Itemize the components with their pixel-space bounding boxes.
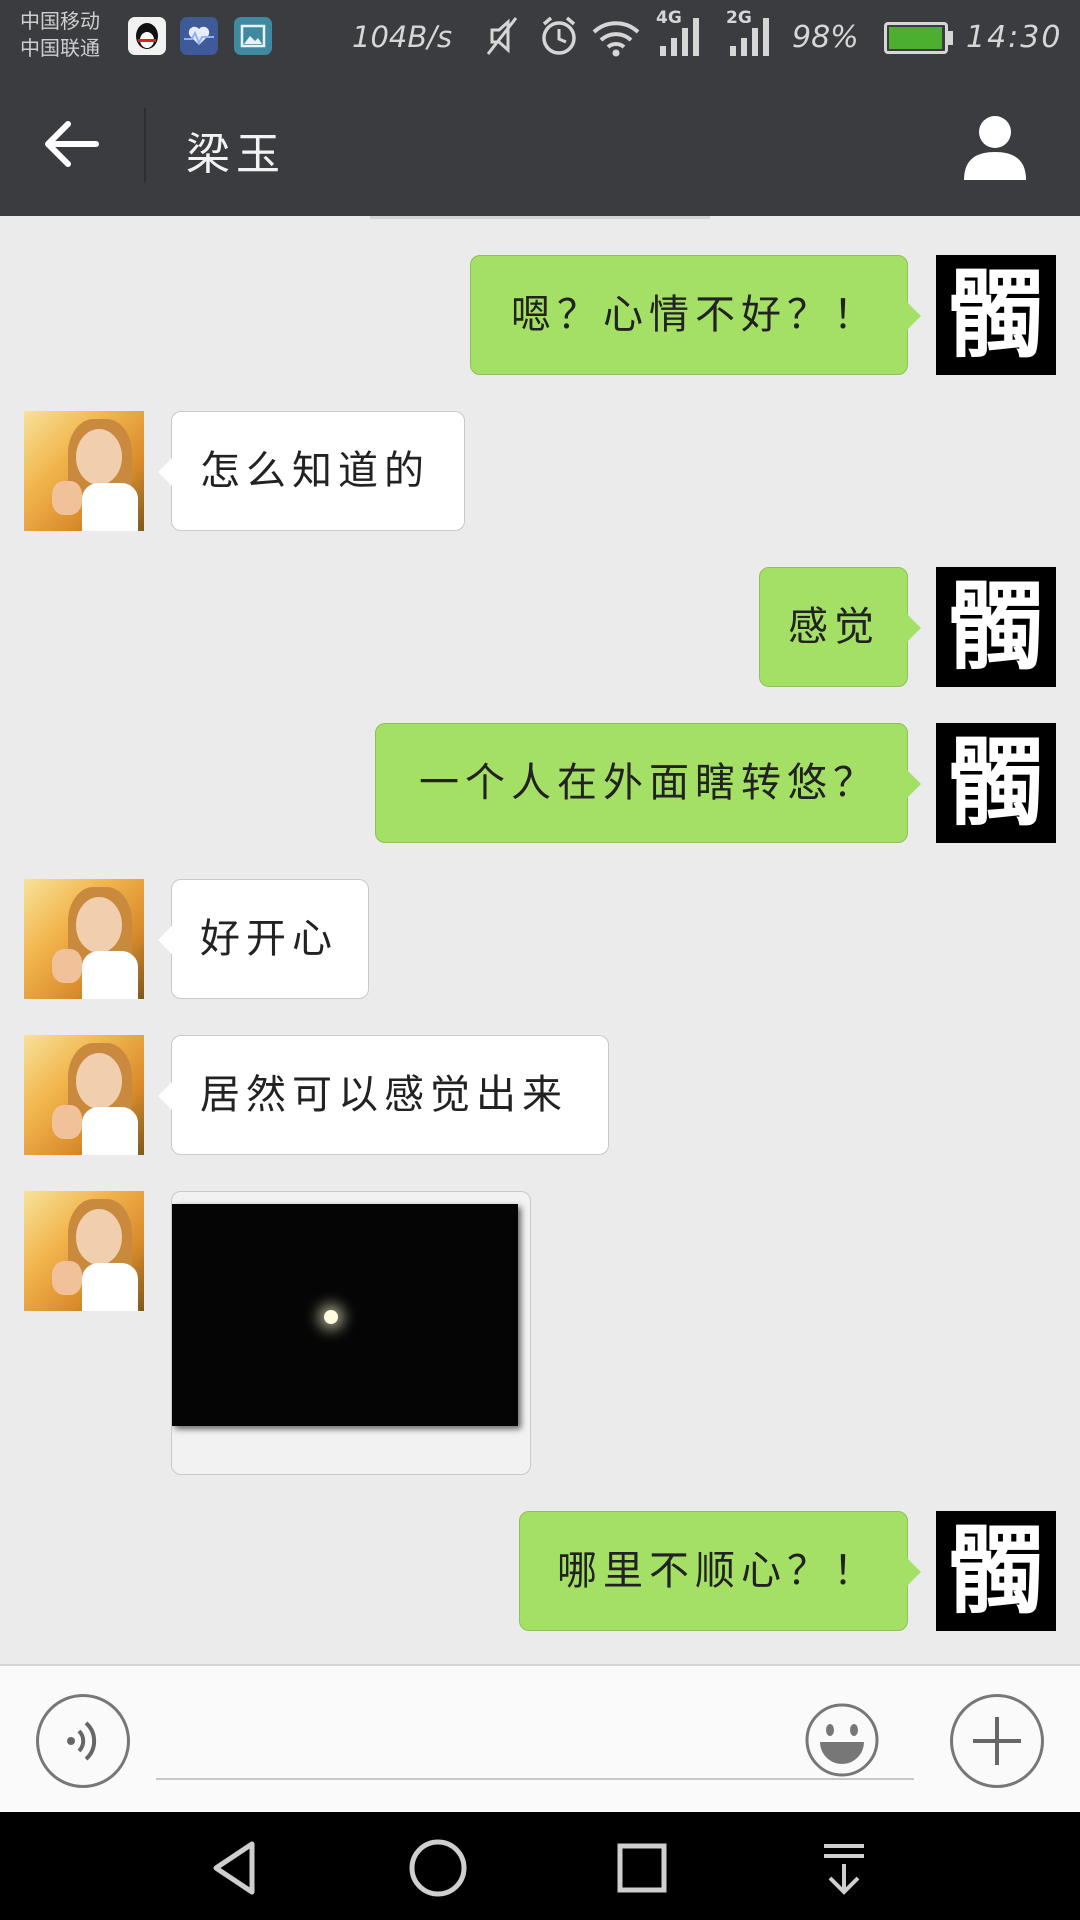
system-nav-bar — [0, 1812, 1080, 1920]
message-bubble-incoming[interactable]: 好开心 — [158, 879, 369, 999]
voice-icon — [67, 1721, 97, 1761]
my-avatar-glyph: 髑 — [948, 726, 1044, 839]
message-input[interactable] — [156, 1706, 914, 1780]
title-divider — [144, 108, 146, 182]
message-bubble-incoming[interactable]: 居然可以感觉出来 — [158, 1035, 609, 1155]
carrier-2: 中国联通 — [20, 36, 100, 60]
input-bar — [0, 1664, 1080, 1812]
message-text: 一个人在外面瞎转悠？ — [419, 760, 879, 806]
message-bubble-outgoing[interactable]: 哪里不顺心？！ — [519, 1511, 921, 1631]
message-text: 好开心 — [200, 916, 338, 962]
message-bubble-outgoing[interactable]: 感觉 — [759, 567, 921, 687]
home-circle-icon — [409, 1839, 467, 1897]
my-avatar-glyph: 髑 — [948, 1514, 1044, 1627]
light-spot — [324, 1310, 338, 1324]
carrier-info: 中国移动 中国联通 — [20, 8, 100, 62]
message-text: 感觉 — [788, 604, 880, 650]
battery-percent: 98% — [792, 20, 859, 55]
my-avatar[interactable]: 髑 — [936, 1511, 1056, 1631]
notification-pulldown-icon — [824, 1844, 864, 1895]
person-icon — [964, 116, 1026, 180]
message-bubble-outgoing[interactable]: 嗯？心情不好？！ — [470, 255, 921, 375]
network-speed: 104B/s — [352, 20, 453, 54]
message-text: 怎么知道的 — [200, 448, 430, 494]
my-avatar[interactable]: 髑 — [936, 255, 1056, 375]
message-bubble-incoming[interactable]: 怎么知道的 — [158, 411, 465, 531]
status-bar: 中国移动 中国联通 104B/s 4G 2G 98% 14:30 — [0, 0, 1080, 72]
plus-icon — [973, 1717, 1021, 1765]
clock: 14:30 — [966, 20, 1063, 55]
recents-square-icon — [617, 1843, 667, 1893]
contact-avatar[interactable] — [24, 411, 144, 531]
nav-back-button[interactable] — [204, 1836, 268, 1900]
message-bubble-outgoing[interactable]: 一个人在外面瞎转悠？ — [375, 723, 921, 843]
wifi-icon — [590, 14, 642, 62]
image-message[interactable] — [171, 1191, 531, 1475]
qq-icon — [128, 17, 166, 55]
arrow-left-icon — [45, 121, 99, 167]
title-bar: 梁玉 — [0, 72, 1080, 216]
battery-icon — [884, 22, 948, 54]
voice-input-button[interactable] — [36, 1694, 130, 1788]
my-avatar[interactable]: 髑 — [936, 723, 1056, 843]
nav-notification-button[interactable] — [812, 1836, 876, 1900]
back-button[interactable] — [34, 110, 110, 178]
battery-tip — [948, 31, 953, 45]
message-text: 嗯？心情不好？！ — [511, 292, 879, 338]
carrier-1: 中国移动 — [20, 9, 100, 33]
pull-refresh-indicator — [370, 216, 710, 219]
nav-recents-button[interactable] — [610, 1836, 674, 1900]
mute-icon — [484, 14, 520, 62]
message-text: 哪里不顺心？！ — [557, 1548, 879, 1594]
battery-level — [889, 27, 942, 49]
emoji-button[interactable] — [804, 1702, 880, 1778]
alarm-icon — [538, 14, 580, 62]
message-text: 居然可以感觉出来 — [200, 1072, 568, 1118]
my-avatar-glyph: 髑 — [948, 258, 1044, 371]
emoji-icon — [805, 1703, 879, 1777]
more-options-button[interactable] — [950, 1694, 1044, 1788]
chat-title: 梁玉 — [186, 129, 286, 180]
image-thumbnail — [172, 1204, 518, 1426]
contact-avatar[interactable] — [24, 1191, 144, 1311]
health-icon — [180, 17, 218, 55]
contact-profile-button[interactable] — [958, 110, 1032, 184]
nav-home-button[interactable] — [406, 1836, 470, 1900]
contact-avatar[interactable] — [24, 879, 144, 999]
contact-avatar[interactable] — [24, 1035, 144, 1155]
my-avatar-glyph: 髑 — [948, 570, 1044, 683]
gallery-icon — [234, 17, 272, 55]
back-triangle-icon — [213, 1841, 255, 1895]
my-avatar[interactable]: 髑 — [936, 567, 1056, 687]
